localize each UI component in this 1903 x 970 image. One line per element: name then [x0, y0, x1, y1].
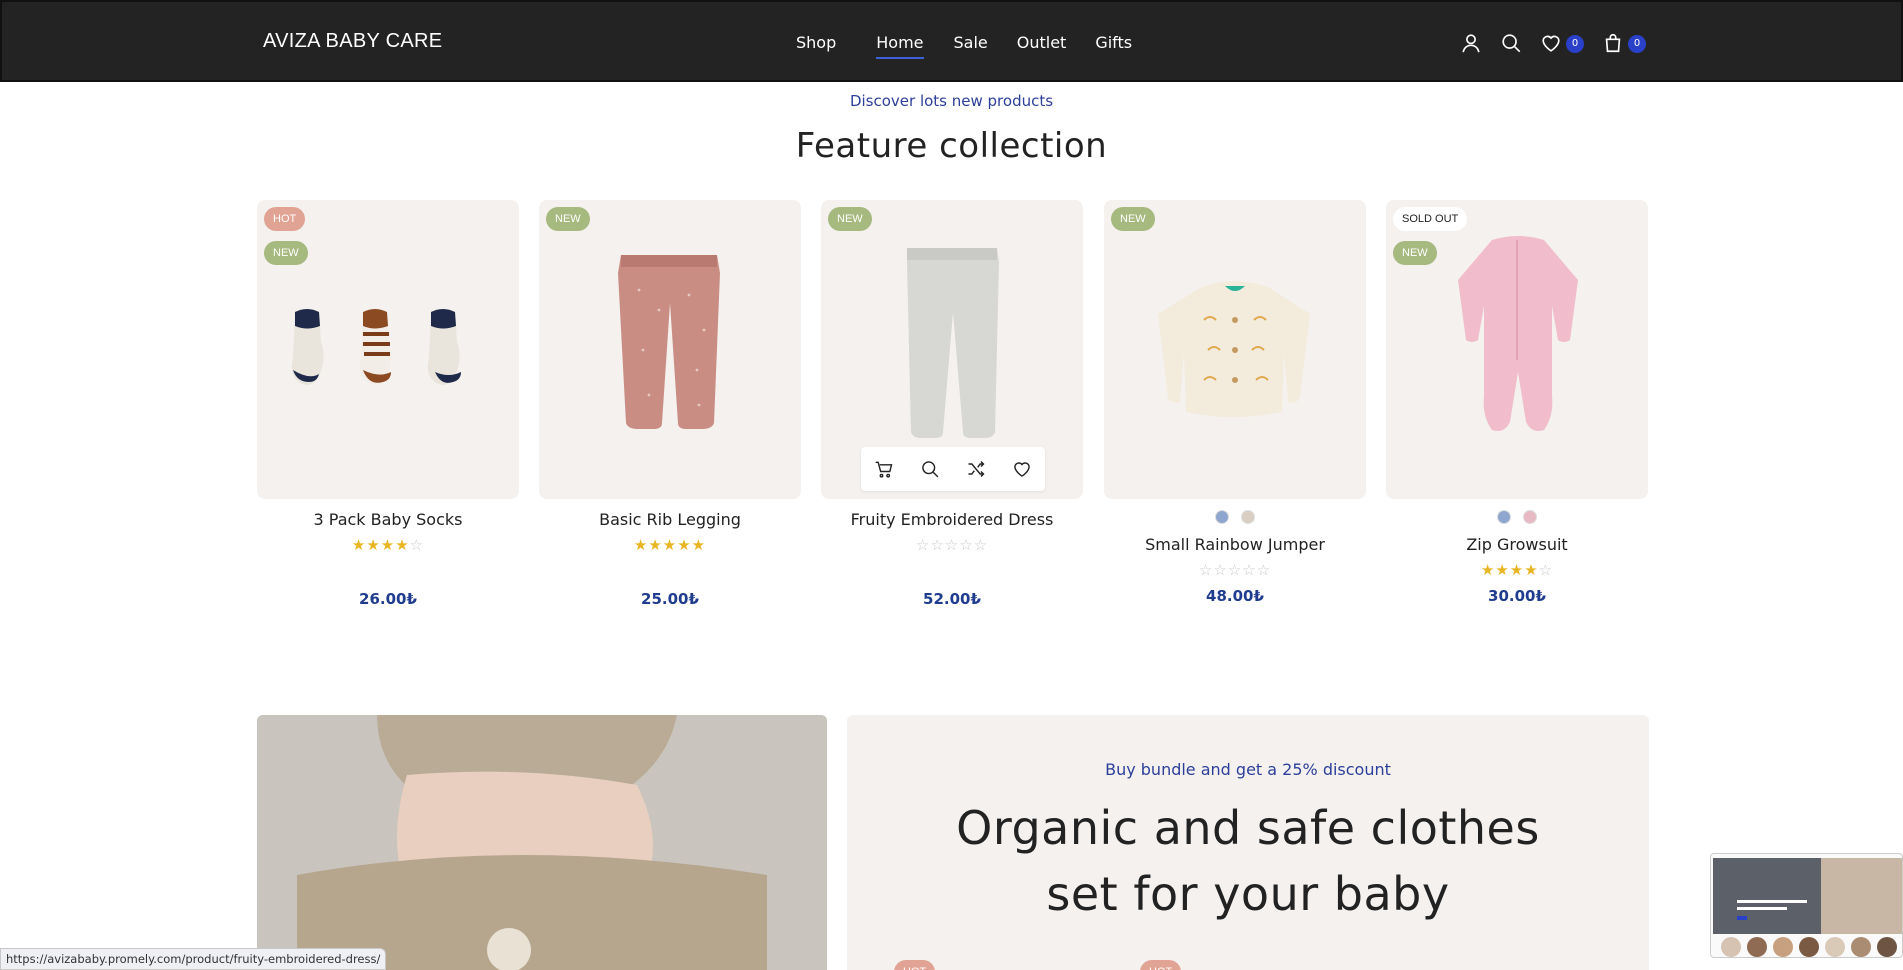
wishlist-count: 0	[1566, 35, 1584, 53]
product-name[interactable]: 3 Pack Baby Socks	[257, 510, 519, 529]
wishlist-button[interactable]: 0	[1540, 32, 1586, 56]
promo-subtitle: Buy bundle and get a 25% discount	[1105, 760, 1391, 779]
product-card[interactable]: NEW Basic Rib Legging ★★★★★ 25.00₺	[539, 200, 801, 608]
nav-outlet[interactable]: Outlet	[1017, 33, 1067, 52]
swatch-blue[interactable]	[1215, 510, 1230, 524]
product-image[interactable]: HOT NEW	[257, 200, 519, 499]
promo-banner: Buy bundle and get a 25% discount Organi…	[847, 715, 1649, 970]
badge-new: NEW	[546, 207, 590, 231]
rating-stars: ★★★★☆	[351, 536, 425, 554]
product-price: 30.00₺	[1488, 587, 1546, 605]
baby-photo	[257, 715, 827, 970]
badge-new: NEW	[828, 207, 872, 231]
heart-icon	[1542, 35, 1560, 52]
promo-image	[257, 715, 827, 970]
rating-stars: ★★★★★	[633, 536, 707, 554]
header-icons: 0 0	[1460, 32, 1648, 56]
color-swatches	[1386, 509, 1648, 525]
swatch-blue[interactable]	[1497, 510, 1512, 524]
swatch-pink[interactable]	[1522, 510, 1537, 524]
compare-icon[interactable]	[966, 459, 986, 479]
nav-gifts[interactable]: Gifts	[1095, 33, 1132, 52]
quick-actions	[861, 447, 1045, 491]
heart-icon[interactable]	[1012, 459, 1032, 479]
product-name[interactable]: Basic Rib Legging	[539, 510, 801, 529]
product-price: 26.00₺	[359, 590, 417, 608]
product-image[interactable]: NEW	[539, 200, 801, 499]
product-image[interactable]: NEW	[1104, 200, 1366, 499]
jumper-image	[1158, 281, 1310, 417]
site-header: AVIZA BABY CARE Shop Home Sale Outlet Gi…	[0, 0, 1903, 82]
product-name[interactable]: Small Rainbow Jumper	[1104, 535, 1366, 554]
color-swatches	[1104, 509, 1366, 525]
search-icon[interactable]	[1500, 32, 1524, 56]
nav-shop[interactable]: Shop	[796, 33, 836, 52]
thumbnail-image	[1713, 858, 1902, 957]
product-name[interactable]: Fruity Embroidered Dress	[821, 510, 1083, 529]
product-card[interactable]: NEW Fruity Embroidered Dress ☆☆☆☆☆ 52.00…	[821, 200, 1083, 608]
swatch-beige[interactable]	[1240, 510, 1255, 524]
user-icon[interactable]	[1460, 32, 1484, 56]
product-price: 52.00₺	[923, 590, 981, 608]
rating-stars: ☆☆☆☆☆	[1198, 561, 1272, 579]
product-price: 25.00₺	[641, 590, 699, 608]
badge-hot: HOT	[264, 207, 306, 231]
nav-home[interactable]: Home	[876, 33, 924, 59]
bag-icon	[1605, 33, 1621, 53]
rating-stars: ☆☆☆☆☆	[915, 536, 989, 554]
legging-image	[618, 255, 720, 429]
badge-new: NEW	[1393, 241, 1437, 265]
section-subtitle: Discover lots new products	[849, 92, 1054, 110]
site-logo[interactable]: AVIZA BABY CARE	[263, 30, 442, 53]
badge-new: NEW	[264, 241, 308, 265]
product-card[interactable]: NEW Small Rainbow Jumper ☆☆☆☆☆ 48.00₺	[1104, 200, 1366, 605]
cart-icon[interactable]	[874, 459, 894, 479]
promo-title: Organic and safe clothes set for your ba…	[847, 795, 1649, 927]
badge-hot: HOT	[894, 960, 936, 970]
product-name[interactable]: Zip Growsuit	[1386, 535, 1648, 554]
badge-sold-out: SOLD OUT	[1393, 207, 1468, 231]
product-image[interactable]: NEW	[821, 200, 1083, 499]
product-price: 48.00₺	[1206, 587, 1264, 605]
product-card[interactable]: HOT NEW 3 Pack Baby Socks ★★★★☆ 26.00₺	[257, 200, 519, 608]
browser-status-url: https://avizababy.promely.com/product/fr…	[0, 948, 387, 970]
badge-hot: HOT	[1140, 960, 1182, 970]
cart-count: 0	[1628, 35, 1646, 53]
rating-stars: ★★★★☆	[1480, 561, 1554, 579]
nav-sale[interactable]: Sale	[954, 33, 988, 52]
section-title: Feature collection	[795, 126, 1108, 166]
preview-thumbnail[interactable]	[1710, 853, 1903, 958]
search-icon[interactable]	[920, 459, 940, 479]
product-card[interactable]: SOLD OUT NEW Zip Growsuit ★★★★☆ 30.00₺	[1386, 200, 1648, 605]
main-nav: Shop Home Sale Outlet Gifts	[796, 33, 1132, 59]
product-image[interactable]: SOLD OUT NEW	[1386, 200, 1648, 499]
badge-new: NEW	[1111, 207, 1155, 231]
promo-title-line2: set for your baby	[1046, 867, 1450, 921]
promo-title-line1: Organic and safe clothes	[956, 801, 1540, 855]
cart-button[interactable]: 0	[1602, 32, 1648, 56]
